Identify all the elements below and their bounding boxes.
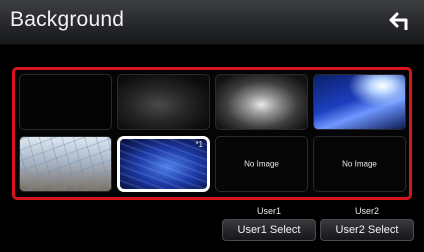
user1-label: User1: [256, 206, 281, 216]
page-title: Background: [10, 8, 125, 31]
background-thumbnail-dark[interactable]: [19, 74, 112, 130]
background-grid: *1 No Image No Image: [12, 67, 412, 200]
background-thumbnail-glow[interactable]: [215, 74, 308, 130]
footnote-mark: *1: [195, 140, 203, 149]
background-thumbnail-floor[interactable]: [19, 136, 112, 192]
user2-label: User2: [354, 206, 379, 216]
back-arrow-icon: [389, 12, 408, 30]
user2-thumbnail[interactable]: No Image: [313, 136, 406, 192]
background-thumbnail-smoke[interactable]: [117, 74, 210, 130]
user2-select-button[interactable]: User2 Select: [320, 219, 414, 241]
user1-select-button[interactable]: User1 Select: [222, 219, 316, 241]
background-thumbnail-blue-sky[interactable]: [313, 74, 406, 130]
title-bar: Background: [0, 0, 424, 45]
background-thumbnail-blue-rays[interactable]: *1: [117, 136, 210, 192]
no-image-caption: No Image: [342, 159, 377, 169]
no-image-caption: No Image: [244, 159, 279, 169]
user1-thumbnail[interactable]: No Image: [215, 136, 308, 192]
back-button[interactable]: [382, 7, 416, 37]
